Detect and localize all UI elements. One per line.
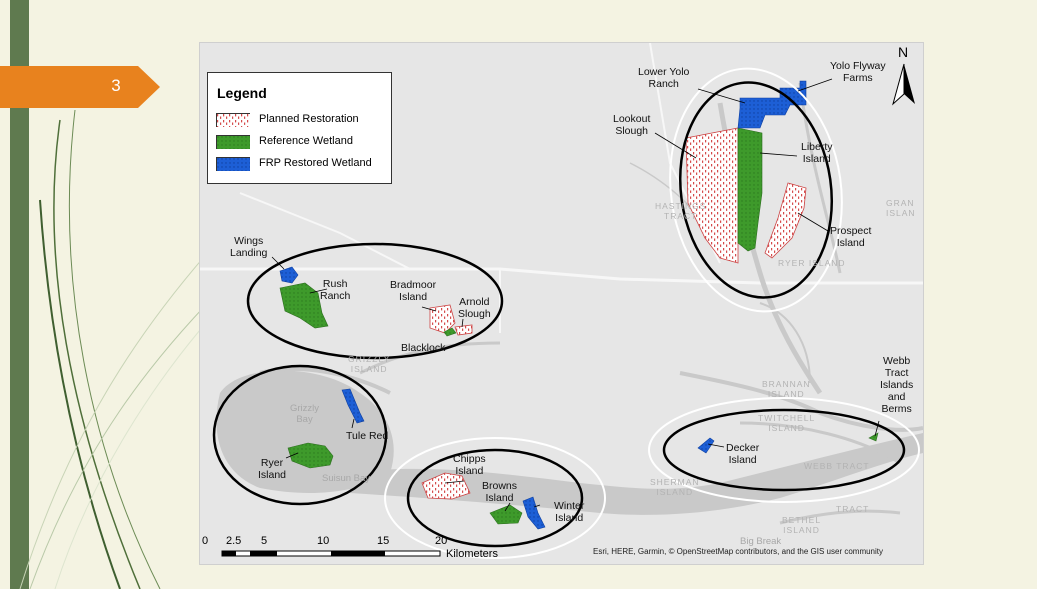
basemap-label-suisun-bay: Suisun Bay bbox=[322, 473, 371, 484]
scale-tick: 15 bbox=[377, 535, 390, 547]
label-yolo-flyway-farms: Yolo Flyway Farms bbox=[830, 60, 886, 84]
scale-bar bbox=[221, 550, 441, 557]
scale-unit: Kilometers bbox=[446, 548, 498, 560]
reference-wetland-swatch bbox=[216, 135, 250, 149]
basemap-label-grizzly-island: GRIZZLY ISLAND bbox=[348, 354, 391, 374]
basemap-label-bethel-island: BETHEL ISLAND bbox=[782, 515, 822, 535]
label-liberty-island: Liberty Island bbox=[801, 141, 833, 165]
label-lookout-slough: Lookout Slough bbox=[613, 113, 651, 137]
label-ryer-island: Ryer Island bbox=[258, 457, 287, 481]
basemap-label-grand-island: GRAN ISLAN bbox=[886, 198, 916, 218]
label-prospect-island: Prospect Island bbox=[830, 225, 872, 249]
label-webb-tract-islands: Webb Tract Islands and Berms bbox=[880, 355, 914, 415]
scale-tick: 2.5 bbox=[226, 535, 242, 547]
legend-title: Legend bbox=[217, 85, 267, 101]
slide: 3 GRIZZLY ISLAND Grizzly Bay Suisun Bay … bbox=[0, 0, 1037, 589]
label-browns-island: Browns Island bbox=[482, 480, 518, 504]
basemap-label-bradford-tract: TRACT bbox=[836, 504, 870, 514]
scale-tick: 10 bbox=[317, 535, 330, 547]
legend-label: Planned Restoration bbox=[259, 113, 359, 125]
arnold-slough-polygon bbox=[454, 324, 473, 336]
map-attribution: Esri, HERE, Garmin, © OpenStreetMap cont… bbox=[593, 547, 884, 556]
label-chipps-island: Chipps Island bbox=[453, 453, 486, 477]
north-label: N bbox=[898, 44, 909, 60]
basemap-label-brannan-island: BRANNAN ISLAND bbox=[762, 379, 811, 399]
label-blacklock: Blacklock bbox=[401, 342, 446, 354]
basemap-label-big-break: Big Break bbox=[740, 536, 782, 547]
legend-label: Reference Wetland bbox=[259, 135, 353, 147]
scale-tick: 0 bbox=[202, 535, 209, 547]
map: GRIZZLY ISLAND Grizzly Bay Suisun Bay HAST… bbox=[199, 42, 924, 565]
basemap-label-grizzly-bay: Grizzly Bay bbox=[290, 403, 320, 425]
label-tule-red: Tule Red bbox=[346, 430, 389, 442]
label-rush-ranch: Rush Ranch bbox=[320, 278, 351, 302]
slide-number: 3 bbox=[111, 76, 121, 95]
label-wings-landing: Wings Landing bbox=[230, 235, 268, 259]
basemap-label-ryer-island-upper: RYER ISLAND bbox=[778, 258, 846, 268]
basemap-label-twitchell-island: TWITCHELL ISLAND bbox=[758, 413, 816, 433]
planned-restoration-swatch bbox=[216, 113, 250, 127]
frp-restored-wetland-swatch bbox=[216, 157, 250, 171]
label-decker-island: Decker Island bbox=[726, 442, 760, 466]
legend: Legend Planned Restoration Reference Wet… bbox=[207, 72, 392, 184]
scale-tick: 5 bbox=[261, 535, 268, 547]
label-bradmoor-island: Bradmoor Island bbox=[390, 279, 437, 303]
basemap-label-sherman-island: SHERMAN ISLAND bbox=[650, 477, 700, 497]
basemap-label-webb-tract: WEBB TRACT bbox=[804, 461, 870, 471]
basemap-label-hastings-tract: HASTINGS TRACT bbox=[655, 201, 707, 221]
legend-label: FRP Restored Wetland bbox=[259, 157, 372, 169]
label-arnold-slough: Arnold Slough bbox=[458, 296, 491, 320]
slide-number-tab bbox=[0, 66, 160, 108]
label-lower-yolo-ranch: Lower Yolo Ranch bbox=[638, 66, 690, 90]
scale-tick: 20 bbox=[435, 535, 448, 547]
label-winter-island: Winter Island bbox=[554, 500, 585, 524]
